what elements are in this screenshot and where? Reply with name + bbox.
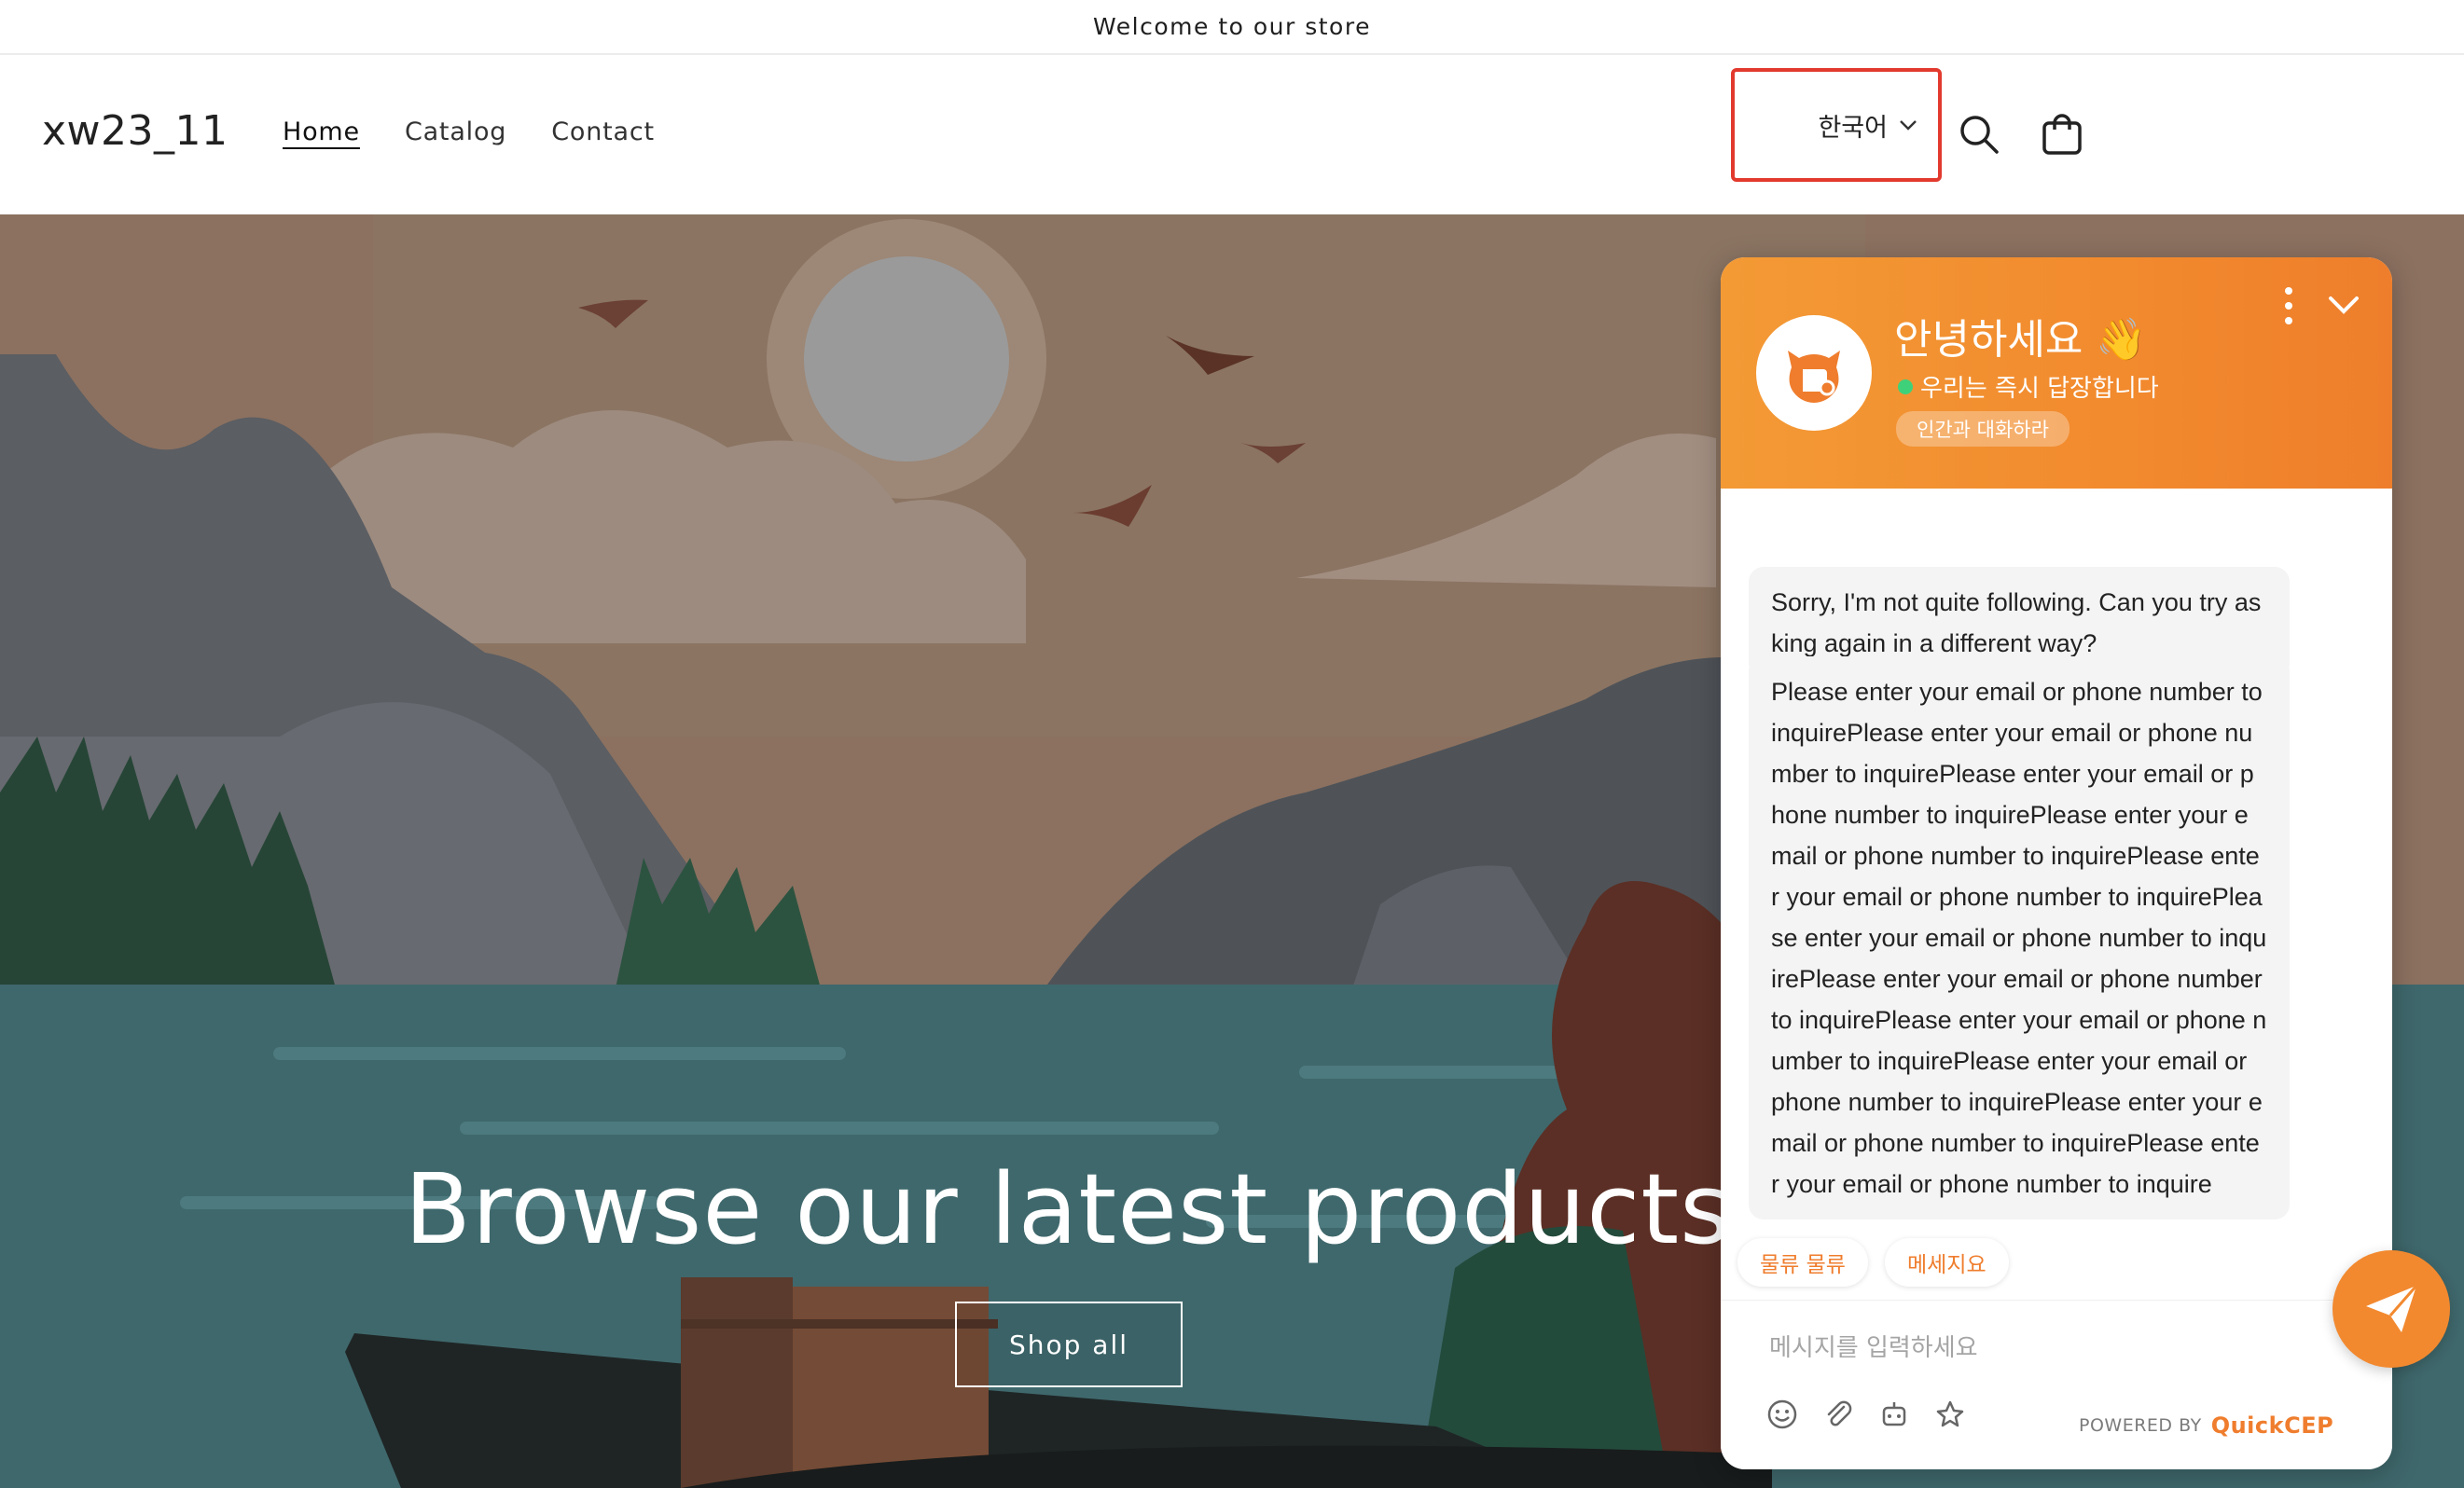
chat-header: 안녕하세요 👋 우리는 즉시 답장합니다 인간과 대화하라 — [1721, 257, 2392, 489]
chat-widget: 안녕하세요 👋 우리는 즉시 답장합니다 인간과 대화하라 Sorry, I'm… — [1721, 257, 2392, 1469]
online-dot-icon — [1898, 379, 1913, 394]
quick-reply-chip[interactable]: 메세지요 — [1885, 1238, 2009, 1287]
bot-message: Please enter your email or phone number … — [1749, 656, 2290, 1219]
quick-reply-chip[interactable]: 물류 물류 — [1737, 1238, 1868, 1287]
nav-home[interactable]: Home — [283, 117, 360, 146]
more-options-icon[interactable] — [2282, 285, 2295, 326]
status-text: 우리는 즉시 답장합니다 — [1920, 375, 2159, 403]
chat-input-area: 메시지를 입력하세요 POWERED BY QuickCEP — [1721, 1300, 2392, 1469]
attachment-icon[interactable] — [1821, 1398, 1855, 1431]
online-status: 우리는 즉시 답장합니다 — [1898, 369, 2159, 404]
emoji-icon[interactable] — [1765, 1398, 1799, 1431]
chevron-down-icon — [1900, 120, 1917, 131]
store-logo[interactable]: xw23_11 — [42, 107, 228, 155]
site-header: xw23_11 Home Catalog Contact 한국어 — [0, 56, 2464, 214]
paper-plane-icon — [2366, 1285, 2418, 1332]
cart-icon[interactable] — [2040, 112, 2084, 157]
shop-all-button[interactable]: Shop all — [955, 1302, 1183, 1387]
greeting-text: 안녕하세요 — [1894, 316, 2083, 364]
chat-toolbar — [1765, 1398, 1967, 1431]
quickcep-logo[interactable]: QuickCEP — [2211, 1412, 2334, 1439]
search-icon[interactable] — [1957, 112, 2001, 157]
send-button[interactable] — [2332, 1250, 2450, 1368]
rating-star-icon[interactable] — [1933, 1398, 1967, 1431]
language-label: 한국어 — [1818, 113, 1888, 143]
powered-by: POWERED BY QuickCEP — [2079, 1412, 2333, 1439]
message-input[interactable]: 메시지를 입력하세요 — [1769, 1329, 1978, 1363]
nav-catalog[interactable]: Catalog — [405, 117, 506, 146]
main-nav: Home Catalog Contact — [283, 117, 655, 146]
chat-greeting: 안녕하세요 👋 — [1894, 306, 2147, 365]
bot-avatar — [1756, 315, 1872, 431]
robot-icon[interactable] — [1877, 1398, 1911, 1431]
bot-logo-icon — [1788, 351, 1840, 403]
announcement-text: Welcome to our store — [1093, 13, 1371, 40]
powered-by-text: POWERED BY — [2079, 1415, 2202, 1436]
announcement-bar: Welcome to our store — [0, 0, 2464, 55]
nav-contact[interactable]: Contact — [551, 117, 655, 146]
chevron-down-icon[interactable] — [2325, 291, 2362, 319]
language-selector[interactable]: 한국어 — [1731, 68, 1942, 182]
wave-icon: 👋 — [2096, 316, 2148, 364]
talk-to-human-button[interactable]: 인간과 대화하라 — [1896, 411, 2069, 447]
